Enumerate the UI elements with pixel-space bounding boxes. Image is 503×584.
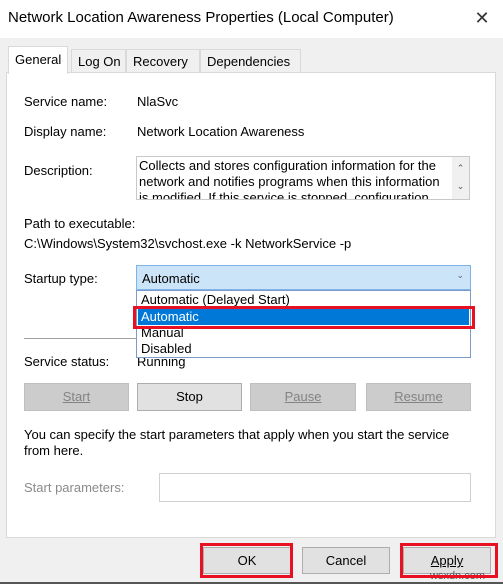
apply-button-label: Apply [430,553,464,568]
stop-button-label: Stop [176,389,203,404]
start-button[interactable]: Start [24,383,129,411]
start-params-info: You can specify the start parameters tha… [24,427,450,458]
option-manual[interactable]: Manual [138,325,469,341]
scroll-down-icon[interactable]: ⌄ [452,181,469,192]
tab-dependencies[interactable]: Dependencies [200,49,301,73]
cancel-button[interactable]: Cancel [302,547,390,574]
scroll-up-icon[interactable]: ⌃ [452,163,469,174]
cancel-button-label: Cancel [325,553,367,568]
service-name-value: NlaSvc [137,94,179,109]
resume-button[interactable]: Resume [366,383,471,411]
pause-button[interactable]: Pause [250,383,356,411]
service-status-label: Service status: [24,354,110,369]
start-button-label: Start [62,389,91,404]
description-textbox[interactable]: Collects and stores configuration inform… [136,156,470,200]
ok-button-label: OK [237,553,257,568]
title-bar: Network Location Awareness Properties (L… [0,0,503,38]
watermark: wsxdn.com [430,570,486,582]
chevron-down-icon[interactable]: ⌄ [456,270,464,281]
option-automatic[interactable]: Automatic [138,309,469,325]
startup-type-value: Automatic [142,271,200,286]
display-name-value: Network Location Awareness [137,124,305,139]
close-icon[interactable]: ✕ [470,6,494,30]
description-label: Description: [24,163,93,178]
option-disabled[interactable]: Disabled [138,341,469,357]
start-params-input[interactable] [159,473,471,502]
tab-general[interactable]: General [8,46,68,74]
tab-log-on[interactable]: Log On [71,49,126,73]
service-name-label: Service name: [24,94,108,109]
display-name-label: Display name: [24,124,107,139]
option-automatic-delayed[interactable]: Automatic (Delayed Start) [138,292,469,308]
startup-type-dropdown: Automatic (Delayed Start) Automatic Manu… [136,290,471,358]
startup-type-label: Startup type: [24,271,98,286]
pause-button-label: Pause [284,389,322,404]
path-value: C:\Windows\System32\svchost.exe -k Netwo… [24,236,352,251]
ok-button[interactable]: OK [203,547,291,574]
resume-button-label: Resume [394,389,443,404]
start-params-label: Start parameters: [24,480,125,495]
path-label: Path to executable: [24,216,136,231]
window-title: Network Location Awareness Properties (L… [8,9,394,26]
description-scrollbar[interactable]: ⌃ ⌄ [452,157,469,199]
startup-type-select[interactable]: Automatic ⌄ [136,265,471,290]
description-text: Collects and stores configuration inform… [139,158,440,200]
tab-recovery[interactable]: Recovery [126,49,200,73]
stop-button[interactable]: Stop [137,383,242,411]
separator [24,338,136,339]
